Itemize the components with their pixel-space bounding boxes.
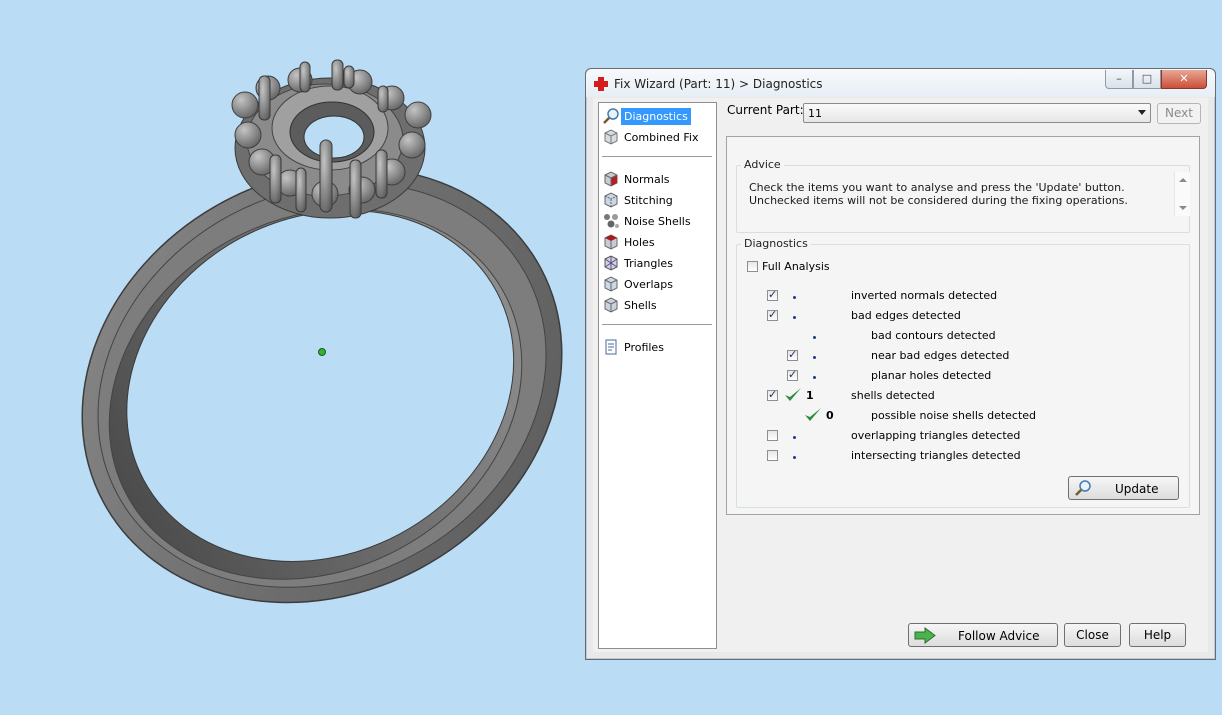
advice-scrollbar[interactable]	[1174, 172, 1190, 216]
diag-row-label: shells detected	[851, 389, 935, 402]
maximize-button[interactable]: □	[1133, 70, 1161, 89]
close-button[interactable]: Close	[1064, 623, 1121, 647]
status-dot	[813, 336, 816, 339]
nav-label: Triangles	[624, 256, 673, 270]
current-part-label: Current Part:	[727, 103, 804, 117]
window-title: Fix Wizard (Part: 11) > Diagnostics	[614, 77, 823, 91]
nav-item-overlaps[interactable]: Overlaps	[602, 274, 712, 294]
normals-cube-icon	[604, 171, 618, 187]
intersecting-triangles-checkbox[interactable]	[767, 450, 778, 461]
triangles-cube-icon	[604, 255, 618, 271]
nav-label: Stitching	[624, 193, 673, 207]
nav-item-noise-shells[interactable]: Noise Shells	[602, 211, 712, 231]
diagnostics-panel: Advice Check the items you want to analy…	[726, 136, 1200, 515]
planar-holes-checkbox[interactable]	[787, 368, 798, 381]
diag-row-label: inverted normals detected	[851, 289, 998, 302]
diagnostics-group: Diagnostics Full Analysis inverted norma…	[736, 237, 1190, 508]
scroll-up-icon[interactable]	[1179, 178, 1187, 182]
advice-title: Advice	[741, 158, 784, 171]
status-dot	[793, 436, 796, 439]
nav-item-stitching[interactable]: Stitching	[602, 190, 712, 210]
shells-count: 1	[806, 389, 814, 402]
close-window-button[interactable]: ✕	[1161, 70, 1207, 89]
nav-label: Noise Shells	[624, 214, 691, 228]
nav-item-profiles[interactable]: Profiles	[602, 337, 712, 357]
nav-label: Profiles	[624, 340, 664, 354]
status-dot	[793, 456, 796, 459]
bad-edges-checkbox[interactable]	[767, 308, 778, 321]
title-bar[interactable]: Fix Wizard (Part: 11) > Diagnostics – □ …	[586, 69, 1215, 97]
follow-advice-button[interactable]: Follow Advice	[908, 623, 1058, 647]
overlaps-cube-icon	[604, 276, 618, 292]
full-analysis-checkbox[interactable]	[747, 261, 758, 272]
wizard-nav: Diagnostics Combined Fix Normals Stitchi…	[598, 102, 717, 649]
dialog-client: Diagnostics Combined Fix Normals Stitchi…	[593, 98, 1208, 652]
diag-row-label: near bad edges detected	[871, 349, 1010, 362]
diag-row-label: overlapping triangles detected	[851, 429, 1021, 442]
shells-checkbox[interactable]	[767, 388, 778, 401]
current-part-value: 11	[808, 107, 822, 120]
nav-label: Shells	[624, 298, 657, 312]
status-dot	[813, 376, 816, 379]
next-button[interactable]: Next	[1157, 103, 1201, 124]
diag-row-label: bad contours detected	[871, 329, 996, 342]
nav-item-normals[interactable]: Normals	[602, 169, 712, 189]
cube-icon	[604, 129, 618, 145]
fix-wizard-window: Fix Wizard (Part: 11) > Diagnostics – □ …	[585, 68, 1216, 660]
shells-cube-icon	[604, 297, 618, 313]
holes-cube-icon	[604, 234, 618, 250]
nav-label: Diagnostics	[621, 107, 691, 125]
inverted-normals-checkbox[interactable]	[767, 288, 778, 301]
nav-label: Combined Fix	[624, 130, 699, 144]
update-button[interactable]: Update	[1068, 476, 1179, 500]
help-button[interactable]: Help	[1129, 623, 1186, 647]
diag-row-label: possible noise shells detected	[871, 409, 1037, 422]
magnifier-icon	[603, 108, 619, 124]
update-label: Update	[1115, 482, 1159, 496]
status-dot	[813, 356, 816, 359]
magnifier-icon	[1075, 480, 1091, 496]
follow-advice-label: Follow Advice	[958, 629, 1040, 643]
stitching-cube-icon	[604, 192, 618, 208]
diagnostics-title: Diagnostics	[741, 237, 811, 250]
overlapping-triangles-checkbox[interactable]	[767, 430, 778, 441]
current-part-select[interactable]: 11	[803, 103, 1151, 123]
nav-divider	[602, 324, 712, 325]
green-check-icon	[805, 408, 821, 421]
pivot-point	[318, 348, 326, 356]
status-dot	[793, 296, 796, 299]
scroll-down-icon[interactable]	[1179, 206, 1187, 210]
minimize-button[interactable]: –	[1105, 70, 1133, 89]
nav-item-shells[interactable]: Shells	[602, 295, 712, 315]
3d-viewport[interactable]	[0, 0, 585, 715]
nav-label: Normals	[624, 172, 670, 186]
status-dot	[793, 316, 796, 319]
nav-item-combined-fix[interactable]: Combined Fix	[602, 127, 712, 147]
diag-row-label: intersecting triangles detected	[851, 449, 1021, 462]
diag-row-label: planar holes detected	[871, 369, 992, 382]
advice-text: Check the items you want to analyse and …	[749, 181, 1128, 207]
full-analysis-label: Full Analysis	[762, 260, 830, 273]
document-icon	[605, 339, 617, 355]
nav-item-triangles[interactable]: Triangles	[602, 253, 712, 273]
noise-shells-count: 0	[826, 409, 834, 422]
nav-label: Overlaps	[624, 277, 673, 291]
diag-row-label: bad edges detected	[851, 309, 961, 322]
green-arrow-icon	[914, 627, 936, 644]
nav-item-diagnostics[interactable]: Diagnostics	[602, 106, 712, 126]
chevron-down-icon	[1138, 110, 1146, 115]
nav-label: Holes	[624, 235, 655, 249]
nav-divider	[602, 156, 712, 157]
advice-group: Advice Check the items you want to analy…	[736, 158, 1190, 233]
green-check-icon	[785, 388, 801, 401]
nav-item-holes[interactable]: Holes	[602, 232, 712, 252]
ring-model	[81, 59, 563, 604]
noise-shells-icon	[604, 214, 619, 228]
red-cross-icon	[594, 77, 608, 91]
near-bad-edges-checkbox[interactable]	[787, 348, 798, 361]
